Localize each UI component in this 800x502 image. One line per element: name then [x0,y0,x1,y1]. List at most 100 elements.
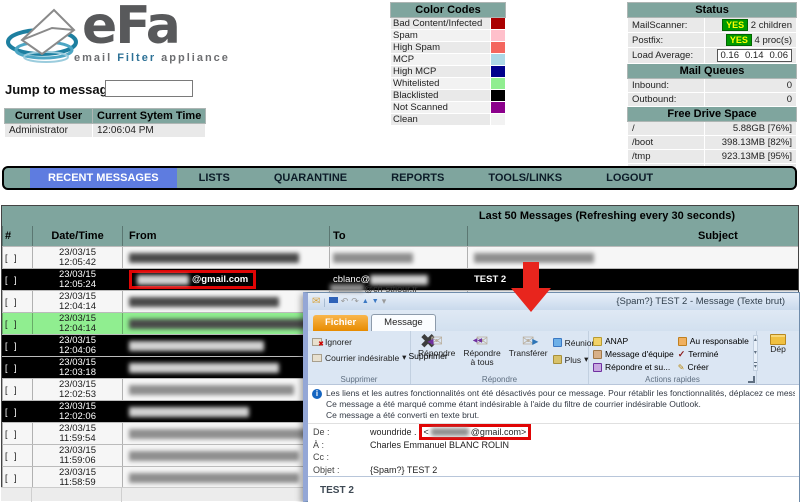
tab-message[interactable]: Message [371,314,436,331]
row-checkbox[interactable]: [ ] [5,385,19,395]
row-from [122,423,329,444]
redacted-text [370,275,428,285]
to-manager-icon [678,337,687,346]
message-row-clean[interactable]: [ ]23/03/1512:05:42 [2,246,798,268]
quick-action-to-manager[interactable]: Au responsable [678,335,749,347]
quick-action-team-message[interactable]: Message d'équipe [593,348,674,360]
color-code-row: Spam [391,30,506,42]
color-code-row: MCP [391,54,506,66]
nav-tools-links[interactable]: TOOLS/LINKS [466,168,584,188]
anap-icon [593,337,602,346]
outlook-titlebar[interactable]: ✉ | ↶ ↷ ▲ ▼ ▾ {Spam?} TEST 2 - Message (… [308,293,799,310]
row-from [122,313,329,334]
inbound-queue-link[interactable]: Inbound: [628,79,705,93]
nav-reports[interactable]: REPORTS [369,168,466,188]
row-checkbox[interactable]: [ ] [5,363,19,373]
next-item-icon[interactable]: ▼ [372,298,379,305]
message-icon: ✉ [312,297,320,307]
row-checkbox[interactable]: [ ] [5,297,19,307]
ribbon-group-quick-actions: ANAP Message d'équipe Répondre et su... … [589,331,757,384]
previous-item-icon[interactable]: ▲ [362,298,369,305]
redo-icon[interactable]: ↷ [351,296,359,307]
current-user-header: Current User [5,109,93,124]
mailscanner-label: MailScanner: [628,18,705,33]
addr-close: @gmail.com> [471,427,526,437]
efa-logo: eFa email Filter appliance [4,2,219,70]
warning-line-2: Ce message a été marqué comme étant indé… [326,399,795,410]
current-time-header: Current Sytem Time [93,109,206,124]
junk-mail-button[interactable]: Courrier indésirable ▾ [312,351,406,364]
color-code-swatch [491,78,506,90]
move-button[interactable]: Dép [761,333,795,355]
from-domain-visible: @gmail.com [192,274,248,285]
jump-input[interactable] [105,80,193,97]
current-user-value: Administrator [5,124,93,138]
row-checkbox[interactable]: [ ] [5,429,19,439]
row-datetime: 23/03/1512:02:06 [59,402,96,422]
window-title: {Spam?} TEST 2 - Message (Texte brut) [389,296,795,307]
row-from [122,445,329,466]
color-code-row: Bad Content/Infected [391,18,506,30]
redacted-text [129,451,299,461]
messages-table-header: # Date/Time From To Subject [2,226,798,246]
color-codes-table: Color Codes Bad Content/InfectedSpamHigh… [390,2,506,126]
color-code-label: Not Scanned [391,102,491,114]
color-code-swatch [491,114,506,126]
row-from [122,247,329,268]
message-body[interactable]: TEST 2 [308,476,799,502]
create-icon: ✎ [678,363,685,372]
postfix-label: Postfix: [628,33,705,48]
reply-button[interactable]: ✉◀ Répondre [415,333,458,359]
col-header-to: To [329,226,467,246]
row-from [122,467,329,488]
redacted-text [129,319,314,329]
row-checkbox[interactable]: [ ] [5,473,19,483]
quick-action-anap[interactable]: ANAP [593,335,674,347]
message-body-text: TEST 2 [320,485,799,496]
more-caret-icon: ▾ [584,354,588,365]
row-from [122,401,329,422]
redacted-text [129,407,249,417]
partial-to-address: @ch-stflour.fr [330,284,418,294]
col-header-datetime: Date/Time [32,226,122,246]
done-check-icon: ✓ [678,349,686,360]
group-label-reply: Répondre [411,375,588,384]
nav-quarantine[interactable]: QUARANTINE [252,168,369,188]
nav-logout[interactable]: LOGOUT [584,168,675,188]
messages-table-title-row: Last 50 Messages (Refreshing every 30 se… [2,206,798,226]
customize-qat-icon[interactable]: ▾ [382,296,387,307]
undo-icon[interactable]: ↶ [341,296,349,307]
redacted-text [129,363,279,373]
from-label: De : [313,427,370,437]
quick-actions-dialog-launcher-icon[interactable] [748,376,755,383]
drive-value: 398.13MB [82%] [704,136,796,150]
row-checkbox[interactable]: [ ] [5,341,19,351]
nav-recent-messages[interactable]: RECENT MESSAGES [30,168,177,188]
col-header-from: From [122,226,329,246]
qat-separator: | [323,297,325,307]
row-checkbox[interactable]: [ ] [5,253,19,263]
mailscanner-children: 2 children [751,20,792,31]
messages-table-title: Last 50 Messages (Refreshing every 30 se… [2,210,798,222]
quick-action-create[interactable]: ✎Créer [678,361,749,373]
forward-button[interactable]: ✉▶ Transférer [506,333,551,359]
load-average-label: Load Average: [628,48,705,64]
nav-lists[interactable]: LISTS [177,168,252,188]
status-title: Status [628,3,797,18]
logo-wordmark: eFa [82,0,179,56]
ignore-button[interactable]: ✖ Ignorer [312,335,406,348]
row-checkbox[interactable]: [ ] [5,319,19,329]
tab-fichier[interactable]: Fichier [313,315,368,331]
quick-action-done[interactable]: ✓Terminé [678,348,749,360]
inbound-queue-value: 0 [704,79,796,93]
row-checkbox[interactable]: [ ] [5,275,19,285]
color-code-label: High MCP [391,66,491,78]
save-icon[interactable] [329,297,338,306]
ignore-icon: ✖ [312,338,322,346]
quick-action-reply-delete[interactable]: Répondre et su... [593,361,674,373]
jump-label: Jump to message: [5,82,119,97]
outbound-queue-link[interactable]: Outbound: [628,93,705,107]
reply-all-button[interactable]: ✉◀◀ Répondre à tous [460,333,503,368]
row-checkbox[interactable]: [ ] [5,407,19,417]
row-checkbox[interactable]: [ ] [5,451,19,461]
